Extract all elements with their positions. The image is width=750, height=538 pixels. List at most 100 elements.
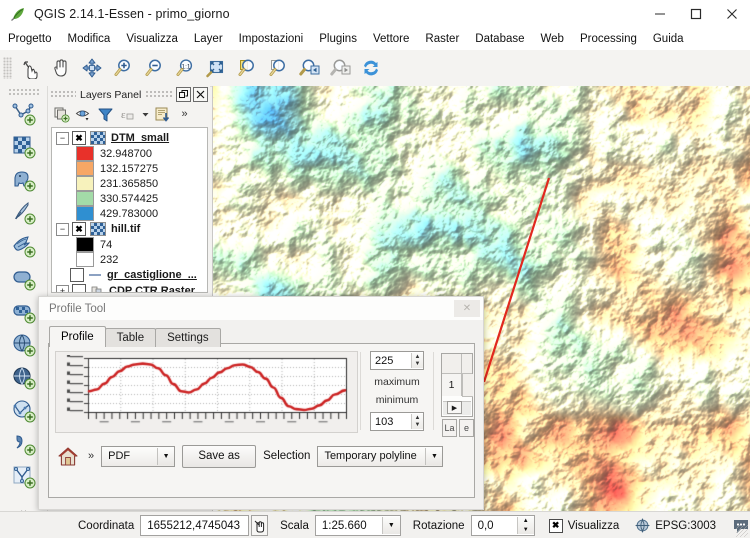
menu-database[interactable]: Database: [467, 28, 532, 50]
zoom-native-icon[interactable]: 1:1: [169, 53, 200, 83]
menu-layer[interactable]: Layer: [186, 28, 231, 50]
add-vector-layer-icon[interactable]: [4, 97, 44, 130]
zoom-to-selection-icon[interactable]: [231, 53, 262, 83]
table-header-cell-1[interactable]: [442, 354, 462, 374]
expression-filter-icon[interactable]: ε: [117, 104, 138, 124]
profile-tool-dialog[interactable]: Profile Tool ✕ Profile Table Settings 22…: [38, 296, 484, 510]
save-as-button[interactable]: Save as: [182, 444, 257, 468]
tab-profile[interactable]: Profile: [49, 326, 106, 347]
table-scroll-right-icon[interactable]: ▶: [447, 401, 462, 414]
layers-panel-grip[interactable]: [50, 90, 76, 99]
minimum-spinbox[interactable]: ▲ ▼: [370, 412, 424, 431]
layer-visibility-checkbox[interactable]: ✖: [70, 268, 84, 282]
stepper-down-icon[interactable]: ▼: [412, 361, 423, 369]
filter-legend-icon[interactable]: [95, 104, 116, 124]
coordinate-field[interactable]: 1655212,4745043: [140, 515, 250, 536]
layer-table-button-b[interactable]: e: [459, 419, 474, 437]
profile-layer-table[interactable]: 1 ▶ La e: [438, 351, 474, 437]
add-mssql-layer-icon[interactable]: [4, 229, 44, 262]
add-oracle-layer-icon[interactable]: [4, 262, 44, 295]
zoom-last-icon[interactable]: [293, 53, 324, 83]
menu-vettore[interactable]: Vettore: [365, 28, 417, 50]
layer-tree[interactable]: − ✖ DTM_small 32.948700 132.157275 231.3…: [51, 127, 208, 293]
minimum-input[interactable]: [371, 414, 411, 429]
stepper-up-icon[interactable]: ▲: [412, 414, 423, 422]
export-overflow-icon[interactable]: »: [88, 450, 94, 462]
layer-tree-item-cdp-ctr-raster[interactable]: + ✖ CDP CTR Raster: [52, 283, 207, 292]
expand-toggle[interactable]: [56, 270, 67, 281]
profile-tool-close-icon[interactable]: ✕: [454, 300, 480, 317]
refresh-icon[interactable]: [355, 53, 386, 83]
close-icon[interactable]: [193, 87, 208, 102]
manage-layer-visibility-icon[interactable]: [73, 104, 94, 124]
stepper-down-icon[interactable]: ▼: [518, 526, 534, 535]
table-row-cell[interactable]: [462, 374, 473, 397]
layer-visibility-checkbox[interactable]: ✖: [72, 222, 86, 236]
add-raster-layer-icon[interactable]: [4, 130, 44, 163]
minimum-stepper[interactable]: ▲ ▼: [411, 414, 423, 429]
overflow-icon[interactable]: »: [174, 104, 195, 124]
layer-table-button-a[interactable]: La: [442, 419, 457, 437]
coordinate-capture-icon[interactable]: [251, 515, 269, 536]
chevron-down-icon[interactable]: ▼: [157, 447, 175, 465]
layer-tree-item-hill-tif[interactable]: − ✖ hill.tif: [52, 221, 207, 237]
layer-table-grid[interactable]: 1 ▶: [441, 353, 473, 417]
menu-raster[interactable]: Raster: [417, 28, 467, 50]
expand-toggle[interactable]: −: [56, 222, 69, 236]
menu-processing[interactable]: Processing: [572, 28, 645, 50]
scale-combo[interactable]: 1:25.660 ▼: [314, 515, 401, 536]
add-postgis-layer-icon[interactable]: [4, 163, 44, 196]
expand-all-icon[interactable]: [152, 104, 173, 124]
expand-toggle[interactable]: −: [56, 131, 69, 145]
home-icon[interactable]: [55, 444, 81, 468]
maximize-button[interactable]: [678, 0, 714, 28]
maximum-stepper[interactable]: ▲ ▼: [411, 353, 423, 368]
table-header-cell-2[interactable]: [462, 354, 472, 374]
zoom-out-icon[interactable]: [138, 53, 169, 83]
menu-visualizza[interactable]: Visualizza: [118, 28, 186, 50]
expression-filter-dropdown-icon[interactable]: [139, 104, 151, 124]
profile-tool-titlebar[interactable]: Profile Tool ✕: [39, 297, 483, 320]
undock-icon[interactable]: [176, 87, 191, 102]
menu-plugins[interactable]: Plugins: [311, 28, 365, 50]
zoom-full-icon[interactable]: [200, 53, 231, 83]
layers-panel-grip-right[interactable]: [145, 90, 174, 99]
export-format-select[interactable]: PDF ▼: [101, 445, 176, 467]
layer-visibility-checkbox[interactable]: ✖: [72, 131, 86, 145]
render-toggle[interactable]: ✖ Visualizza: [548, 518, 619, 533]
table-row-index[interactable]: 1: [442, 374, 462, 396]
chevron-down-icon[interactable]: ▼: [381, 517, 400, 534]
zoom-in-icon[interactable]: [107, 53, 138, 83]
maximum-spinbox[interactable]: ▲ ▼: [370, 351, 424, 370]
zoom-next-icon[interactable]: [324, 53, 355, 83]
maximum-input[interactable]: [371, 353, 411, 368]
profile-plot-container[interactable]: [55, 351, 358, 433]
menu-progetto[interactable]: Progetto: [0, 28, 59, 50]
menu-guida[interactable]: Guida: [645, 28, 692, 50]
add-group-icon[interactable]: [51, 104, 72, 124]
rotation-stepper[interactable]: ▲ ▼: [516, 517, 534, 535]
chevron-down-icon[interactable]: ▼: [425, 447, 443, 465]
add-spatialite-layer-icon[interactable]: [4, 196, 44, 229]
resize-grip[interactable]: [736, 525, 748, 537]
menu-modifica[interactable]: Modifica: [59, 28, 118, 50]
rotation-spinbox[interactable]: 0,0 ▲ ▼: [470, 515, 535, 536]
zoom-to-layer-icon[interactable]: [262, 53, 293, 83]
close-button[interactable]: [714, 0, 750, 28]
menu-web[interactable]: Web: [533, 28, 572, 50]
touch-zoom-pan-icon[interactable]: [14, 53, 45, 83]
elevation-profile-plot[interactable]: [61, 355, 352, 429]
render-checkbox[interactable]: ✖: [548, 518, 563, 533]
toolbar-grip[interactable]: [3, 57, 12, 79]
minimize-button[interactable]: [642, 0, 678, 28]
tab-settings[interactable]: Settings: [155, 328, 221, 347]
crs-status[interactable]: EPSG:3003: [635, 518, 716, 533]
layer-visibility-checkbox[interactable]: ✖: [72, 284, 86, 292]
stepper-down-icon[interactable]: ▼: [412, 422, 423, 430]
layer-tree-item-gr-castiglione[interactable]: ✖ gr_castiglione_...: [52, 267, 207, 283]
pan-map-icon[interactable]: [45, 53, 76, 83]
stepper-up-icon[interactable]: ▲: [518, 517, 534, 526]
stepper-up-icon[interactable]: ▲: [412, 353, 423, 361]
layer-tree-item-dtm-small[interactable]: − ✖ DTM_small: [52, 130, 207, 146]
menu-impostazioni[interactable]: Impostazioni: [231, 28, 312, 50]
